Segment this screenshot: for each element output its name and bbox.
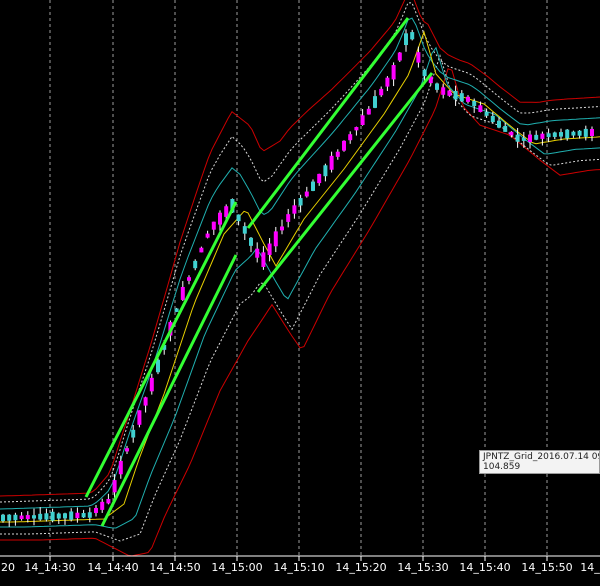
- candle-5: [32, 508, 36, 526]
- candle-42: [261, 246, 266, 270]
- trend-line-0: [84, 201, 238, 498]
- vertical-gridlines: [49, 0, 548, 556]
- candle-34: [211, 221, 216, 235]
- candle-92: [571, 130, 576, 138]
- x-tick-label-5: 14_15:10: [273, 561, 324, 574]
- candle-24: [149, 373, 154, 395]
- candle-51: [317, 173, 322, 186]
- candle-31: [193, 259, 198, 271]
- dotted-band-upper: [0, 2, 600, 503]
- candle-74: [459, 90, 464, 102]
- candle-60: [373, 90, 377, 109]
- candle-67: [416, 46, 421, 68]
- tooltip-label: JPNTZ_Grid_2016.07.14 09: [483, 452, 600, 462]
- candle-19: [118, 455, 123, 479]
- candle-15: [94, 504, 98, 517]
- candle-65: [404, 29, 408, 52]
- time-axis: 20 14_14:30 14_14:40 14_14:50 14_15:00 14_15:…: [0, 555, 600, 574]
- candle-59: [366, 106, 371, 115]
- candle-12: [75, 507, 80, 523]
- candle-45: [280, 219, 284, 235]
- candle-55: [342, 140, 346, 152]
- x-tick-label-7: 14_15:30: [397, 561, 448, 574]
- candle-20: [125, 445, 129, 454]
- x-tick-label-8: 14_15:40: [459, 561, 510, 574]
- candle-63: [391, 62, 396, 87]
- candle-40: [249, 236, 253, 253]
- candle-22: [137, 410, 142, 428]
- outer-band-lower: [0, 68, 600, 557]
- candle-48: [298, 194, 303, 213]
- candle-11: [69, 508, 74, 522]
- candle-54: [335, 149, 340, 160]
- candle-93: [577, 130, 582, 139]
- x-tick-label-3: 14_14:50: [149, 561, 200, 574]
- candle-16: [100, 498, 105, 513]
- candle-17: [106, 493, 111, 505]
- candle-1: [7, 514, 12, 527]
- candle-71: [441, 83, 446, 99]
- mid-band-upper: [0, 17, 600, 510]
- candle-87: [540, 131, 545, 146]
- x-tick-label-2: 14_14:40: [87, 561, 138, 574]
- candle-46: [286, 208, 291, 228]
- candle-62: [385, 76, 390, 92]
- candle-7: [44, 508, 49, 522]
- candle-90: [559, 128, 563, 141]
- candle-57: [354, 126, 359, 136]
- candle-3: [19, 512, 24, 521]
- candle-30: [187, 275, 191, 285]
- candle-41: [255, 242, 260, 263]
- candle-39: [242, 222, 247, 240]
- candle-49: [304, 186, 309, 198]
- candle-72: [447, 89, 452, 97]
- candle-2: [13, 512, 18, 526]
- candle-52: [323, 163, 328, 182]
- candle-8: [50, 508, 55, 523]
- candle-4: [25, 511, 30, 523]
- candle-64: [397, 51, 402, 63]
- x-tick-label-0: 20: [1, 561, 15, 574]
- candle-10: [63, 512, 67, 525]
- candle-70: [435, 82, 439, 93]
- price-tooltip: JPNTZ_Grid_2016.07.14 09 104.859: [479, 450, 600, 474]
- tooltip-value: 104.859: [483, 462, 521, 472]
- candle-32: [199, 246, 204, 253]
- candle-0: [1, 513, 5, 523]
- candle-6: [38, 507, 43, 521]
- candle-56: [348, 131, 353, 144]
- candle-14: [87, 507, 92, 523]
- trend-line-2: [246, 17, 410, 229]
- candle-47: [292, 199, 297, 219]
- candle-50: [311, 179, 315, 192]
- candle-28: [174, 307, 179, 313]
- candle-53: [329, 151, 334, 173]
- candle-33: [205, 230, 210, 239]
- x-tick-label-4: 14_15:00: [211, 561, 262, 574]
- candle-58: [360, 109, 365, 126]
- candle-75: [466, 95, 470, 104]
- x-tick-label-6: 14_15:20: [335, 561, 386, 574]
- candle-44: [273, 226, 278, 253]
- outer-band-upper: [0, 0, 600, 497]
- candle-61: [379, 86, 384, 97]
- candle-85: [528, 130, 532, 149]
- candle-95: [590, 126, 594, 142]
- trend-line-1: [100, 254, 238, 527]
- candle-23: [143, 396, 148, 413]
- x-tick-label-1: 14_14:30: [24, 561, 75, 574]
- price-chart: 20 14_14:30 14_14:40 14_14:50 14_15:00 14_15:…: [0, 0, 600, 574]
- candle-86: [534, 130, 539, 141]
- x-tick-label-9: 14_15:50: [521, 561, 572, 574]
- candle-89: [552, 131, 557, 140]
- candle-66: [410, 29, 415, 41]
- candle-29: [180, 281, 185, 301]
- candle-9: [56, 512, 61, 524]
- candle-13: [81, 509, 86, 519]
- x-tick-label-10: 14_: [580, 561, 600, 574]
